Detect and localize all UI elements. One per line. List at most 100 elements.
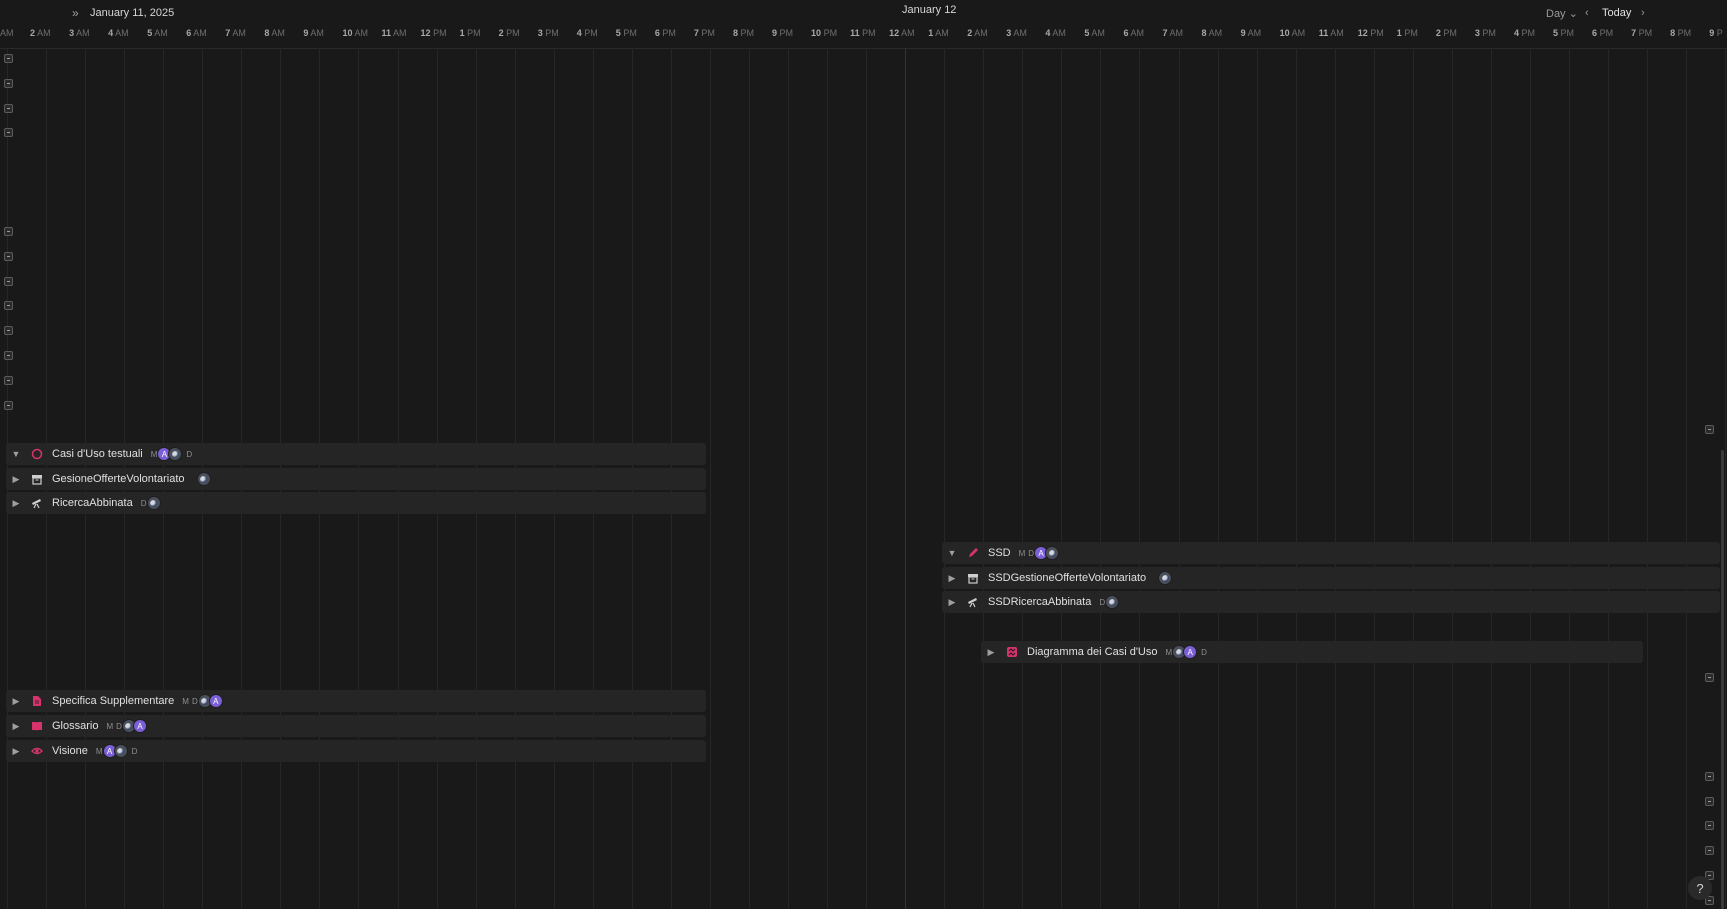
member-list: M D A bbox=[182, 694, 223, 708]
collapse-handle[interactable] bbox=[1705, 673, 1714, 682]
chevron-left-icon[interactable]: ‹ bbox=[1585, 7, 1589, 19]
task-row-ssd[interactable]: ▼ SSD M D A bbox=[942, 542, 1720, 564]
hour-grid-line bbox=[827, 48, 828, 909]
expand-caret-icon[interactable]: ▶ bbox=[8, 721, 24, 732]
task-title[interactable]: Specifica Supplementare bbox=[52, 695, 174, 707]
avatar[interactable] bbox=[1105, 595, 1120, 609]
member-list: M A D bbox=[1165, 645, 1209, 659]
expand-caret-icon[interactable]: ▶ bbox=[983, 647, 999, 658]
expand-caret-icon[interactable]: ▶ bbox=[8, 474, 24, 485]
hour-tick-label: 11 AM bbox=[381, 28, 407, 38]
avatar[interactable]: A bbox=[132, 719, 147, 733]
task-title[interactable]: GesioneOfferteVolontariato bbox=[52, 473, 185, 485]
hour-tick-label: 5 AM bbox=[1084, 28, 1105, 38]
current-date-label: January 11, 2025 bbox=[90, 7, 175, 19]
member-label: D bbox=[140, 498, 147, 508]
avatar[interactable] bbox=[196, 472, 211, 486]
chevron-down-icon: ⌄ bbox=[1568, 8, 1578, 20]
collapse-caret-icon[interactable]: ▼ bbox=[8, 449, 24, 459]
task-title[interactable]: Visione bbox=[52, 745, 88, 757]
hour-grid-line bbox=[1061, 48, 1062, 909]
collapse-handle[interactable] bbox=[4, 54, 13, 63]
collapse-handle[interactable] bbox=[1705, 821, 1714, 830]
task-title[interactable]: SSDRicercaAbbinata bbox=[988, 596, 1091, 608]
collapse-handle[interactable] bbox=[1705, 772, 1714, 781]
member-list bbox=[193, 472, 211, 486]
avatar[interactable]: A bbox=[208, 694, 223, 708]
today-button[interactable]: Today bbox=[1602, 7, 1631, 19]
expand-caret-icon[interactable]: ▶ bbox=[8, 696, 24, 707]
collapse-handle[interactable] bbox=[4, 128, 13, 137]
task-row-casi-uso-testuali[interactable]: ▼ Casi d'Uso testuali M A D bbox=[6, 443, 706, 465]
avatar[interactable] bbox=[1158, 571, 1173, 585]
hour-grid-line bbox=[1100, 48, 1101, 909]
collapse-caret-icon[interactable]: ▼ bbox=[944, 548, 960, 558]
hour-tick-label: 9 AM bbox=[303, 28, 324, 38]
hour-tick-label: 2 PM bbox=[498, 28, 520, 38]
member-list: M A D bbox=[151, 447, 195, 461]
hour-tick-label: 4 AM bbox=[108, 28, 129, 38]
task-title[interactable]: SSD bbox=[988, 547, 1011, 559]
hour-tick-label: 7 AM bbox=[225, 28, 246, 38]
task-row-gesione-offerte[interactable]: ▶ GesioneOfferteVolontariato bbox=[6, 468, 706, 490]
task-title[interactable]: RicercaAbbinata bbox=[52, 497, 133, 509]
task-title[interactable]: SSDGestioneOfferteVolontariato bbox=[988, 572, 1146, 584]
task-title[interactable]: Diagramma dei Casi d'Uso bbox=[1027, 646, 1157, 658]
task-row-ssd-gestione[interactable]: ▶ SSDGestioneOfferteVolontariato bbox=[942, 567, 1720, 589]
task-row-diagramma[interactable]: ▶ Diagramma dei Casi d'Uso M A D bbox=[981, 641, 1643, 663]
telescope-icon bbox=[964, 595, 982, 609]
hour-tick-label: 1 PM bbox=[1396, 28, 1418, 38]
avatar[interactable] bbox=[113, 744, 128, 758]
member-list: D bbox=[1099, 595, 1120, 609]
hour-tick-label: 2 AM bbox=[30, 28, 51, 38]
expand-caret-icon[interactable]: ▶ bbox=[944, 597, 960, 608]
hour-grid-line bbox=[1179, 48, 1180, 909]
collapse-handle[interactable] bbox=[1705, 846, 1714, 855]
pen-icon bbox=[964, 546, 982, 560]
expand-caret-icon[interactable]: ▶ bbox=[8, 746, 24, 757]
collapse-handle[interactable] bbox=[4, 104, 13, 113]
hour-tick-label: 2 PM bbox=[1435, 28, 1457, 38]
avatar[interactable] bbox=[168, 447, 183, 461]
hour-grid-line bbox=[1139, 48, 1140, 909]
telescope-icon bbox=[28, 496, 46, 510]
hour-tick-label: 1 AM bbox=[928, 28, 949, 38]
hour-grid-line bbox=[1413, 48, 1414, 909]
task-row-specifica[interactable]: ▶ Specifica Supplementare M D A bbox=[6, 690, 706, 712]
collapse-handle[interactable] bbox=[4, 227, 13, 236]
hour-ticks: AM 2 AM 3 AM 4 AM 5 AM 6 AM 7 AM 8 AM 9 AM 10 AM 1… bbox=[0, 28, 1727, 42]
hour-grid-line bbox=[1218, 48, 1219, 909]
expand-sidebar-icon[interactable]: » bbox=[72, 6, 79, 20]
member-label: D bbox=[1201, 647, 1207, 657]
avatar[interactable] bbox=[1045, 546, 1060, 560]
help-button[interactable]: ? bbox=[1688, 876, 1712, 900]
collapse-handle[interactable] bbox=[4, 376, 13, 385]
collapse-handle[interactable] bbox=[4, 326, 13, 335]
expand-caret-icon[interactable]: ▶ bbox=[944, 573, 960, 584]
vertical-scrollbar[interactable] bbox=[1721, 450, 1724, 909]
task-title[interactable]: Glossario bbox=[52, 720, 98, 732]
book-icon bbox=[28, 719, 46, 733]
collapse-handle[interactable] bbox=[4, 252, 13, 261]
collapse-handle[interactable] bbox=[1705, 425, 1714, 434]
task-row-ricerca-abbinata[interactable]: ▶ RicercaAbbinata D bbox=[6, 492, 706, 514]
avatar[interactable]: A bbox=[1183, 645, 1198, 659]
hour-grid-line bbox=[1374, 48, 1375, 909]
task-row-ssd-ricerca[interactable]: ▶ SSDRicercaAbbinata D bbox=[942, 591, 1720, 613]
task-row-visione[interactable]: ▶ Visione M A D bbox=[6, 740, 706, 762]
collapse-handle[interactable] bbox=[1705, 797, 1714, 806]
collapse-handle[interactable] bbox=[4, 301, 13, 310]
collapse-handle[interactable] bbox=[4, 351, 13, 360]
chevron-right-icon[interactable]: › bbox=[1641, 7, 1645, 19]
collapse-handle[interactable] bbox=[4, 79, 13, 88]
expand-caret-icon[interactable]: ▶ bbox=[8, 498, 24, 509]
task-row-glossario[interactable]: ▶ Glossario M D A bbox=[6, 715, 706, 737]
task-title[interactable]: Casi d'Uso testuali bbox=[52, 448, 143, 460]
hour-grid-line bbox=[749, 48, 750, 909]
collapse-handle[interactable] bbox=[4, 277, 13, 286]
hour-tick-label: 6 AM bbox=[1123, 28, 1144, 38]
hour-grid-line bbox=[905, 48, 906, 909]
view-selector[interactable]: Day ⌄ bbox=[1546, 7, 1578, 20]
collapse-handle[interactable] bbox=[4, 401, 13, 410]
avatar[interactable] bbox=[146, 496, 161, 510]
